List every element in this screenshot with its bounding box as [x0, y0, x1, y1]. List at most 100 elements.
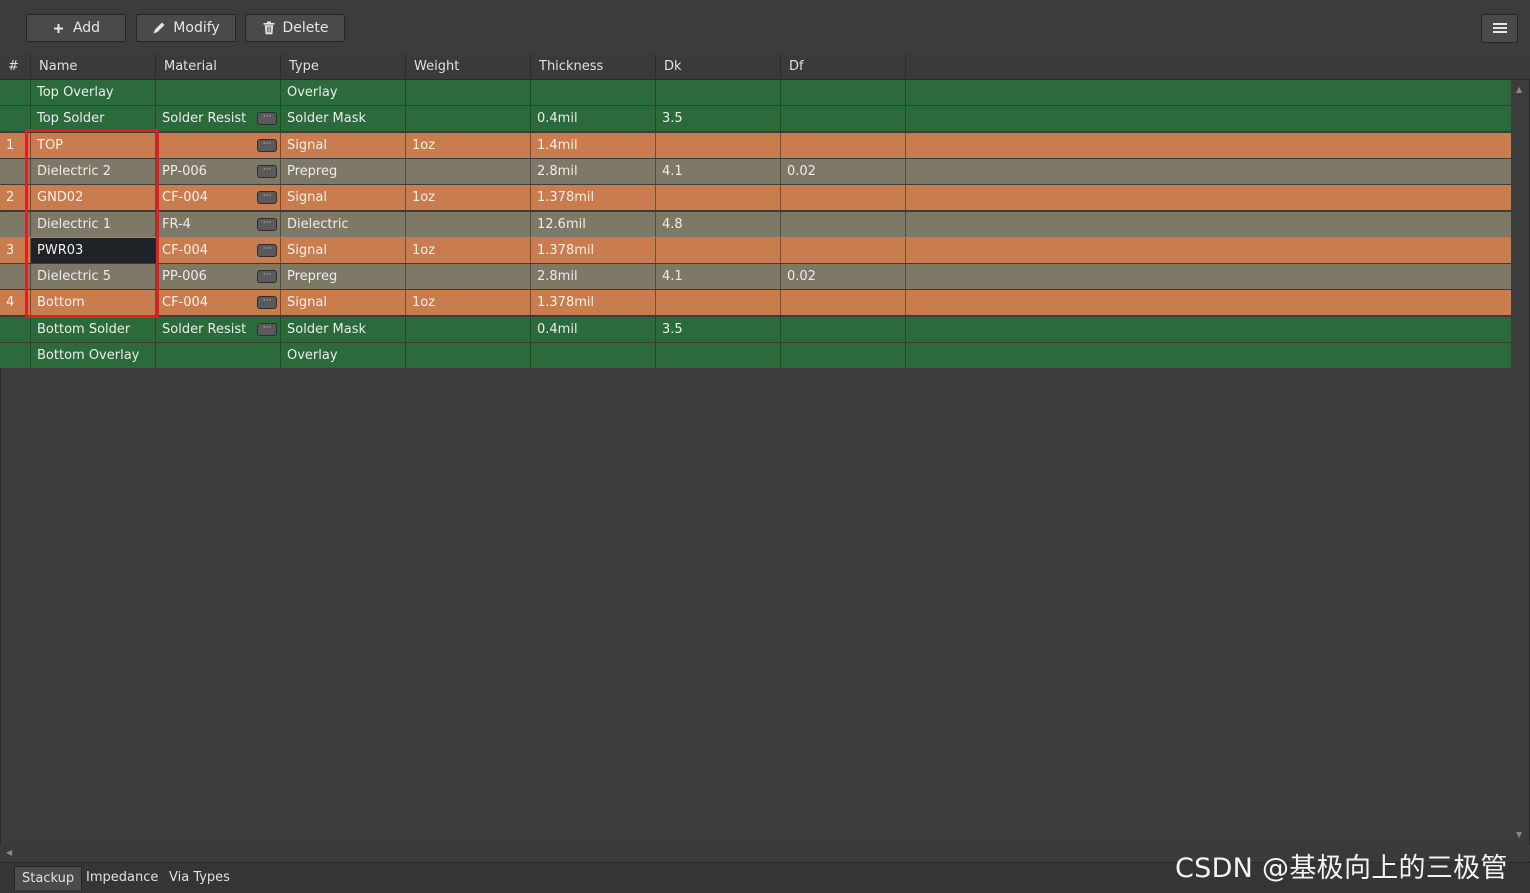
add-button[interactable]: Add	[26, 14, 126, 42]
layer-thickness-cell[interactable]: 1.378mil	[531, 185, 656, 210]
layer-dk-cell[interactable]: 3.5	[656, 317, 781, 342]
layer-df-cell[interactable]: 0.02	[781, 264, 906, 289]
layer-df-cell[interactable]: 0.02	[781, 159, 906, 184]
layer-name-cell[interactable]: Top Solder	[31, 106, 156, 131]
layer-weight-cell[interactable]: 1oz	[406, 238, 531, 263]
layer-weight-cell[interactable]: 1oz	[406, 185, 531, 210]
column-header-thickness[interactable]: Thickness	[531, 54, 656, 79]
layer-thickness-cell[interactable]: 0.4mil	[531, 106, 656, 131]
table-row[interactable]: 1 TOP Signal 1oz 1.4mil ···	[0, 133, 1511, 159]
layer-dk-cell[interactable]: 4.1	[656, 159, 781, 184]
layer-weight-cell[interactable]	[406, 343, 531, 368]
row-number-cell[interactable]: 4	[0, 290, 31, 315]
tab-via-types[interactable]: Via Types	[162, 866, 237, 890]
layer-name-cell[interactable]: PWR03	[31, 238, 156, 263]
layer-type-cell[interactable]: Signal	[281, 238, 406, 263]
layer-type-cell[interactable]: Overlay	[281, 343, 406, 368]
material-picker-button[interactable]: ···	[257, 191, 277, 204]
row-number-cell[interactable]	[0, 159, 31, 184]
table-row[interactable]: Top Overlay Overlay	[0, 80, 1511, 106]
table-row[interactable]: 3 PWR03 CF-004 Signal 1oz 1.378mil ···	[0, 237, 1512, 265]
layer-df-cell[interactable]	[781, 238, 906, 263]
layer-weight-cell[interactable]	[406, 159, 531, 184]
layer-thickness-cell[interactable]: 12.6mil	[531, 212, 656, 237]
layer-type-cell[interactable]: Prepreg	[281, 264, 406, 289]
column-header-material[interactable]: Material	[156, 54, 281, 79]
modify-button[interactable]: Modify	[136, 14, 236, 42]
layer-df-cell[interactable]	[781, 212, 906, 237]
layer-type-cell[interactable]: Signal	[281, 290, 406, 315]
layer-weight-cell[interactable]	[406, 264, 531, 289]
table-row[interactable]: 4 Bottom CF-004 Signal 1oz 1.378mil ···	[0, 290, 1511, 316]
tab-impedance[interactable]: Impedance	[79, 866, 165, 890]
row-number-cell[interactable]	[0, 317, 31, 342]
layer-weight-cell[interactable]	[406, 317, 531, 342]
table-row[interactable]: Dielectric 2 PP-006 Prepreg 2.8mil 4.1 0.02 ··…	[0, 159, 1511, 185]
menu-button[interactable]	[1481, 14, 1518, 43]
layer-thickness-cell[interactable]: 0.4mil	[531, 317, 656, 342]
vertical-scrollbar[interactable]: ▲ ▼	[1511, 80, 1528, 845]
layer-type-cell[interactable]: Dielectric	[281, 212, 406, 237]
delete-button[interactable]: Delete	[245, 14, 345, 42]
layer-weight-cell[interactable]	[406, 212, 531, 237]
row-number-cell[interactable]	[0, 106, 31, 131]
layer-type-cell[interactable]: Signal	[281, 133, 406, 158]
material-picker-button[interactable]: ···	[257, 139, 277, 152]
layer-name-cell[interactable]: Dielectric 2	[31, 159, 156, 184]
layer-name-cell[interactable]: Top Overlay	[31, 80, 156, 105]
column-header-df[interactable]: Df	[781, 54, 906, 79]
table-row[interactable]: 2 GND02 CF-004 Signal 1oz 1.378mil ···	[0, 185, 1511, 211]
row-number-cell[interactable]	[0, 80, 31, 105]
material-picker-button[interactable]: ···	[257, 270, 277, 283]
layer-name-cell[interactable]: GND02	[31, 185, 156, 210]
table-row[interactable]: Top Solder Solder Resist Solder Mask 0.4mil…	[0, 106, 1511, 132]
row-number-cell[interactable]	[0, 343, 31, 368]
layer-dk-cell[interactable]	[656, 80, 781, 105]
row-number-cell[interactable]	[0, 212, 31, 237]
layer-name-cell[interactable]: Bottom Solder	[31, 317, 156, 342]
layer-dk-cell[interactable]	[656, 185, 781, 210]
layer-weight-cell[interactable]: 1oz	[406, 290, 531, 315]
layer-dk-cell[interactable]: 3.5	[656, 106, 781, 131]
layer-thickness-cell[interactable]	[531, 343, 656, 368]
column-header-dk[interactable]: Dk	[656, 54, 781, 79]
table-row[interactable]: Bottom Overlay Overlay	[0, 343, 1511, 369]
layer-weight-cell[interactable]	[406, 106, 531, 131]
material-picker-button[interactable]: ···	[257, 296, 277, 309]
layer-name-cell[interactable]: Bottom	[31, 290, 156, 315]
column-header-number[interactable]: #	[0, 54, 31, 79]
table-row[interactable]: Dielectric 1 FR-4 Dielectric 12.6mil 4.8 ···	[0, 212, 1511, 238]
layer-type-cell[interactable]: Solder Mask	[281, 317, 406, 342]
layer-df-cell[interactable]	[781, 317, 906, 342]
layer-material-cell[interactable]	[156, 343, 281, 368]
layer-dk-cell[interactable]: 4.1	[656, 264, 781, 289]
row-number-cell[interactable]: 1	[0, 133, 31, 158]
layer-df-cell[interactable]	[781, 343, 906, 368]
column-header-name[interactable]: Name	[31, 54, 156, 79]
layer-thickness-cell[interactable]: 1.378mil	[531, 238, 656, 263]
material-picker-button[interactable]: ···	[257, 323, 277, 336]
layer-dk-cell[interactable]: 4.8	[656, 212, 781, 237]
column-header-weight[interactable]: Weight	[406, 54, 531, 79]
row-number-cell[interactable]	[0, 264, 31, 289]
layer-dk-cell[interactable]	[656, 238, 781, 263]
layer-type-cell[interactable]: Overlay	[281, 80, 406, 105]
layer-df-cell[interactable]	[781, 80, 906, 105]
row-number-cell[interactable]: 2	[0, 185, 31, 210]
table-row[interactable]: Bottom Solder Solder Resist Solder Mask 0.4…	[0, 317, 1511, 343]
layer-name-cell[interactable]: Dielectric 5	[31, 264, 156, 289]
column-header-type[interactable]: Type	[281, 54, 406, 79]
layer-df-cell[interactable]	[781, 106, 906, 131]
layer-dk-cell[interactable]	[656, 133, 781, 158]
layer-thickness-cell[interactable]: 1.4mil	[531, 133, 656, 158]
layer-name-cell[interactable]: Bottom Overlay	[31, 343, 156, 368]
table-row[interactable]: Dielectric 5 PP-006 Prepreg 2.8mil 4.1 0.02 ··…	[0, 264, 1511, 290]
layer-df-cell[interactable]	[781, 133, 906, 158]
material-picker-button[interactable]: ···	[257, 165, 277, 178]
layer-weight-cell[interactable]	[406, 80, 531, 105]
row-number-cell[interactable]: 3	[0, 238, 31, 263]
material-picker-button[interactable]: ···	[257, 218, 277, 231]
layer-weight-cell[interactable]: 1oz	[406, 133, 531, 158]
layer-dk-cell[interactable]	[656, 343, 781, 368]
scroll-up-icon[interactable]: ▲	[1516, 85, 1522, 94]
